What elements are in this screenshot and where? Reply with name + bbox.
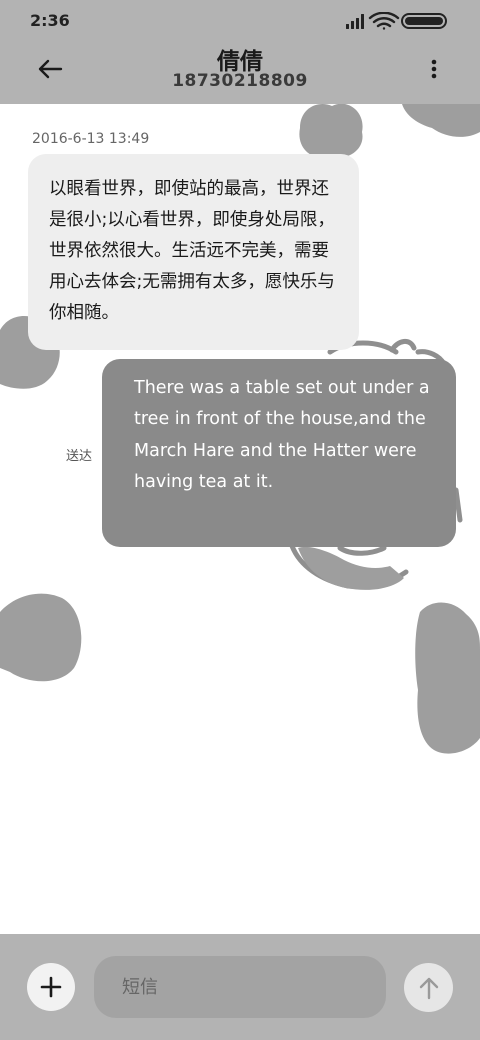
plus-icon [40,976,62,998]
contact-number: 18730218809 [172,71,308,91]
wallpaper-cloud-lower-left [0,593,82,682]
outgoing-message-bubble[interactable]: There was a table set out under a tree i… [102,359,456,547]
incoming-message-bubble[interactable]: 以眼看世界，即使站的最高，世界还是很小;以心看世界，即使身处局限，世界依然很大。… [28,154,359,350]
message-timestamp: 2016-6-13 13:49 [32,131,150,147]
delivery-status: 送达 [66,449,93,464]
message-composer [0,934,480,1040]
battery-icon [401,13,447,29]
signal-icon [346,14,364,29]
more-vertical-icon [431,59,437,79]
wallpaper-cloud-top-right [402,104,480,137]
wifi-icon [368,12,400,30]
sms-input[interactable] [94,956,386,1018]
status-time: 2:36 [30,11,70,30]
arrow-up-icon [419,977,438,999]
outgoing-message-text: There was a table set out under a tree i… [134,378,430,492]
status-icons [346,12,447,30]
add-attachment-button[interactable] [27,963,75,1011]
sms-conversation-screen: 2:36 倩倩 18730218809 2016-6-13 13:49 以眼看世… [0,0,480,1040]
top-app-bar: 2:36 倩倩 18730218809 [0,0,480,104]
incoming-message-text: 以眼看世界，即使站的最高，世界还是很小;以心看世界，即使身处局限，世界依然很大。… [49,179,335,323]
send-button[interactable] [404,963,453,1012]
wallpaper-cloud-top [299,103,363,158]
wallpaper-cloud-lower-right [415,602,480,754]
more-options-button[interactable] [422,54,446,84]
